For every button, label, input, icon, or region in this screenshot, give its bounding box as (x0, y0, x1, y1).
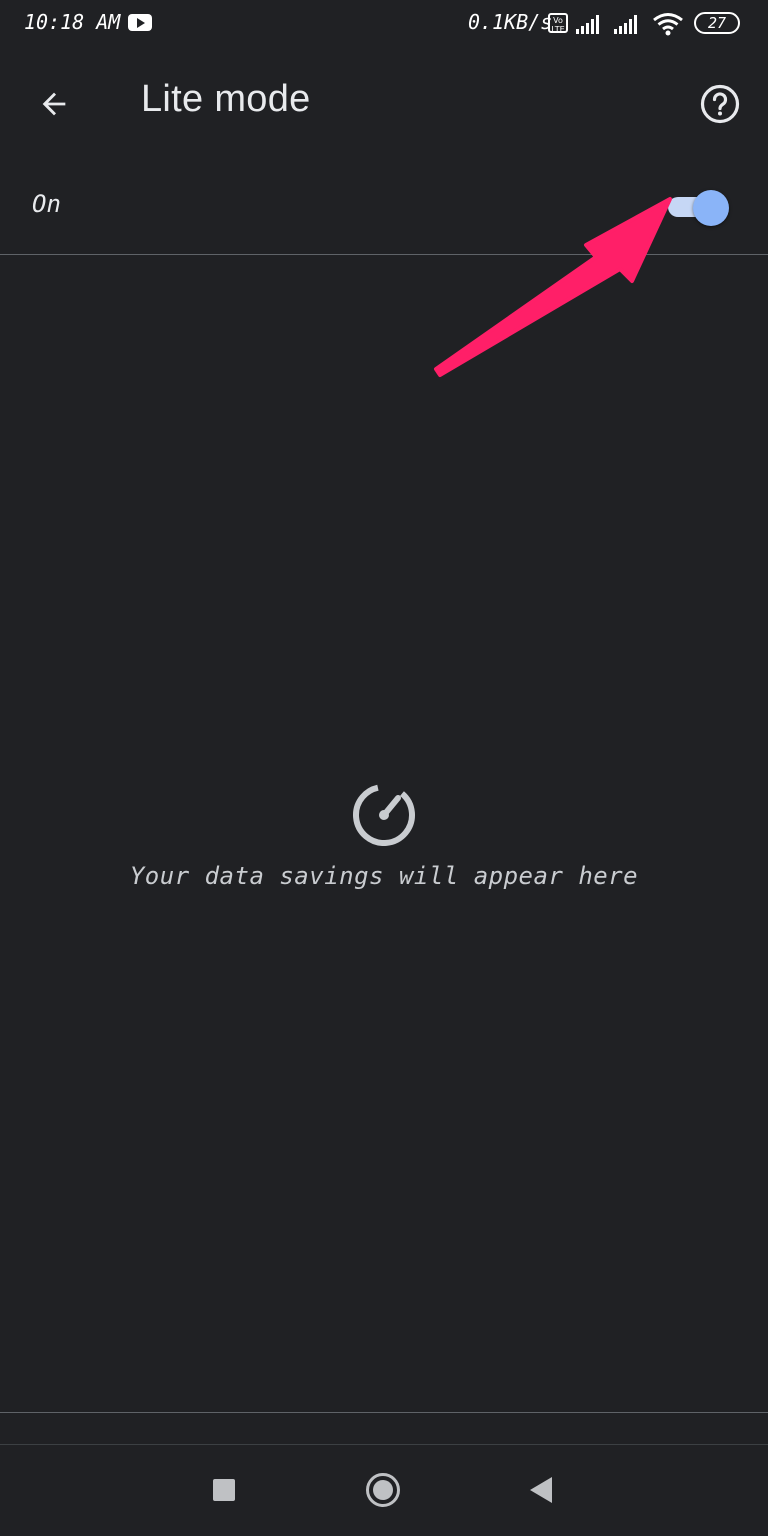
empty-state: Your data savings will appear here (0, 780, 768, 890)
app-bar: Lite mode (0, 56, 768, 152)
page-title: Lite mode (141, 78, 311, 120)
wifi-icon (653, 13, 683, 36)
toggle-label: On (32, 190, 61, 218)
system-nav-bar (0, 1444, 768, 1536)
back-triangle-icon[interactable] (530, 1477, 552, 1503)
battery-icon: 27 (694, 12, 740, 34)
recents-square-icon[interactable] (213, 1479, 235, 1501)
back-button[interactable] (24, 76, 84, 132)
lite-mode-toggle-row[interactable]: On (0, 160, 768, 255)
signal-icon (576, 15, 599, 34)
lite-mode-switch[interactable] (666, 190, 730, 226)
help-button[interactable] (692, 76, 748, 132)
switch-thumb (693, 190, 729, 226)
network-speed: 0.1KB/s (468, 10, 553, 34)
status-bar: 10:18 AM 0.1KB/s Vo LTE 27 (0, 0, 768, 48)
arrow-back-icon (42, 92, 66, 116)
volte-icon: Vo LTE (548, 13, 568, 34)
signal-icon (614, 15, 637, 34)
youtube-notification-icon (128, 14, 152, 31)
screen: 10:18 AM 0.1KB/s Vo LTE 27 Lite mode On … (0, 0, 768, 1536)
empty-state-message: Your data savings will appear here (129, 862, 639, 890)
speedometer-icon (353, 784, 415, 846)
home-circle-icon[interactable] (366, 1473, 400, 1507)
status-time: 10:18 AM (24, 10, 121, 34)
help-circle-icon (700, 84, 740, 124)
bottom-divider (0, 1412, 768, 1413)
